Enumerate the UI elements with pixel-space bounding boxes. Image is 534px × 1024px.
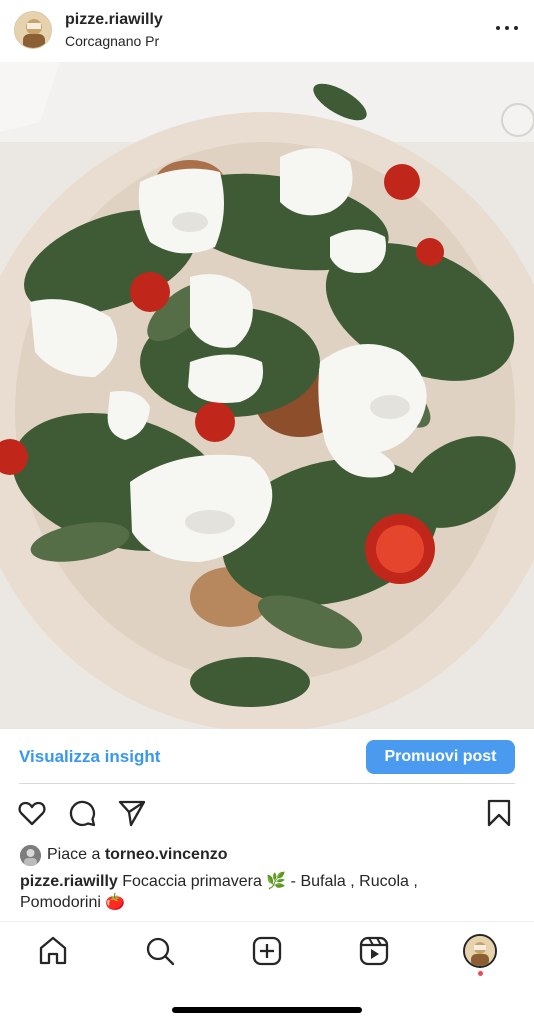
liker-avatar[interactable] — [20, 845, 41, 866]
dot — [496, 26, 500, 30]
dot — [505, 26, 509, 30]
reels-icon[interactable] — [357, 934, 391, 968]
likes-summary[interactable]: Piace a torneo.vincenzo — [47, 846, 228, 864]
post-photo[interactable] — [0, 62, 534, 729]
profile-icon[interactable] — [463, 934, 497, 968]
dot — [514, 26, 518, 30]
send-icon[interactable] — [117, 798, 147, 828]
divider — [19, 783, 515, 784]
post-username[interactable]: pizze.riawilly — [65, 11, 163, 29]
post-screen: pizze.riawilly Corcagnano Pr Visualizza … — [0, 0, 534, 1024]
nav-divider — [0, 921, 534, 922]
liker-username[interactable]: torneo.vincenzo — [105, 846, 228, 863]
search-icon[interactable] — [143, 934, 177, 968]
heart-icon[interactable] — [17, 798, 47, 828]
post-header: pizze.riawilly Corcagnano Pr — [0, 0, 534, 62]
home-indicator[interactable] — [172, 1007, 362, 1013]
bookmark-icon[interactable] — [484, 798, 514, 828]
profile-avatar[interactable] — [14, 11, 52, 49]
comment-icon[interactable] — [67, 798, 97, 828]
home-icon[interactable] — [36, 934, 70, 968]
view-insights-link[interactable]: Visualizza insight — [19, 747, 160, 767]
more-horizontal-icon[interactable] — [496, 17, 518, 39]
post-location[interactable]: Corcagnano Pr — [65, 33, 159, 49]
pizza-photo — [0, 62, 534, 729]
caption-username[interactable]: pizze.riawilly — [20, 873, 118, 890]
post-caption: pizze.riawilly Focaccia primavera 🌿 - Bu… — [20, 871, 490, 913]
avatar-icon — [15, 12, 51, 48]
likes-prefix: Piace a — [47, 846, 105, 863]
new-post-icon[interactable] — [250, 934, 284, 968]
notification-dot — [478, 971, 483, 976]
promote-post-button[interactable]: Promuovi post — [366, 740, 515, 774]
